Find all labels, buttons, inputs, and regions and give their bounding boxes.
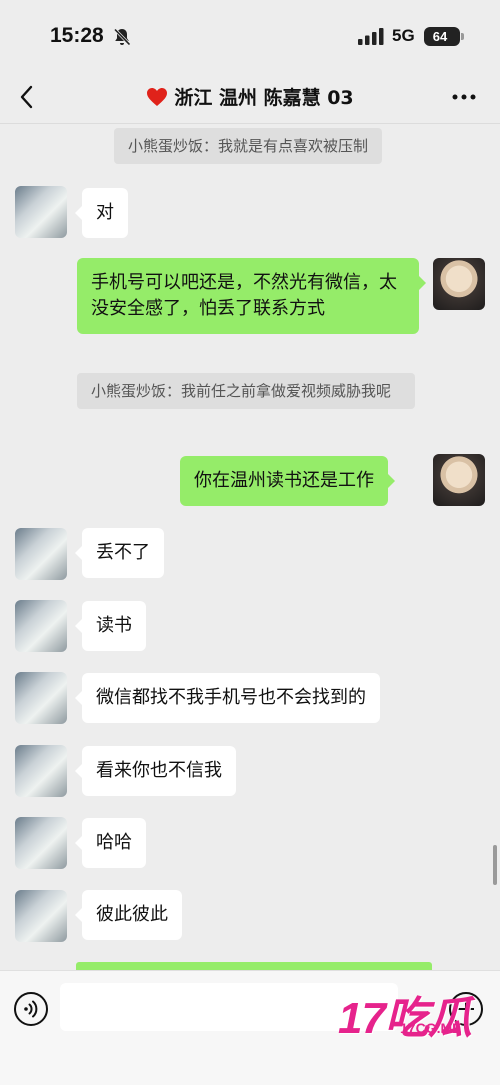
message-bubble-received[interactable]: 微信都找不我手机号也不会找到的 — [75, 673, 380, 723]
network-type: 5G — [392, 26, 415, 45]
contact-avatar[interactable] — [15, 890, 67, 942]
contact-avatar[interactable] — [15, 186, 67, 238]
voice-icon[interactable] — [13, 991, 49, 1027]
more-icon[interactable] — [452, 94, 476, 100]
status-time: 15:28 — [50, 24, 104, 47]
contact-avatar[interactable] — [15, 817, 67, 869]
message-bubble-received[interactable]: 哈哈 — [75, 818, 146, 868]
chat-title-text: 浙江 温州 陈嘉慧 03 — [174, 87, 354, 109]
contact-avatar[interactable] — [15, 528, 67, 580]
message-bubble-received[interactable]: 读书 — [75, 601, 146, 651]
heart-icon — [147, 88, 168, 106]
contact-avatar[interactable] — [15, 745, 67, 797]
battery-level: 64 — [432, 29, 448, 44]
quoted-message[interactable]: 小熊蛋炒饭：我前任之前拿做爱视频威胁我呢 — [77, 373, 415, 409]
chat-header: 浙江 温州 陈嘉慧 03 — [0, 70, 500, 124]
contact-avatar[interactable] — [15, 672, 67, 724]
quoted-message[interactable]: 小熊蛋炒饭：我就是有点喜欢被压制 — [114, 128, 383, 164]
watermark-main: 17吃瓜 — [338, 994, 472, 1043]
watermark-url: 17CG.ME — [400, 1020, 462, 1036]
bell-slash-icon — [113, 28, 131, 46]
chat-title: 浙江 温州 陈嘉慧 03 — [0, 83, 500, 110]
watermark-logo: 17吃瓜 17CG.ME — [338, 982, 488, 1043]
message-bubble-received[interactable]: 对 — [75, 188, 128, 238]
message-bubble-received[interactable]: 看来你也不信我 — [75, 746, 236, 796]
message-bubble-sent[interactable]: 手机号可以吧还是，不然光有微信，太没安全感了，怕丢了联系方式 — [77, 258, 426, 334]
signal-icon — [358, 28, 384, 45]
message-bubble-sent[interactable]: 你在温州读书还是工作 — [180, 456, 395, 506]
status-bar: 15:28 5G 64 — [0, 0, 500, 70]
my-avatar[interactable] — [433, 258, 485, 310]
message-bubble-received[interactable]: 彼此彼此 — [75, 890, 182, 940]
scrollbar[interactable] — [493, 845, 497, 885]
my-avatar[interactable] — [433, 454, 485, 506]
message-bubble-received[interactable]: 丢不了 — [75, 528, 164, 578]
battery-icon: 64 — [424, 27, 464, 46]
contact-avatar[interactable] — [15, 600, 67, 652]
